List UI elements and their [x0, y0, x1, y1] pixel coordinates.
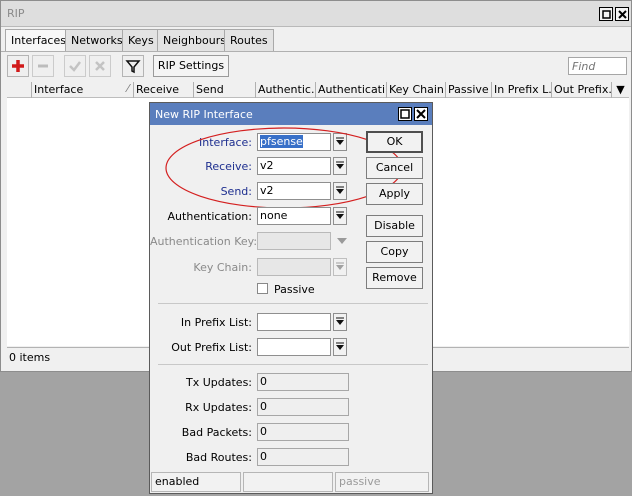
divider — [158, 364, 428, 365]
tab-neighbours[interactable]: Neighbours — [157, 29, 232, 51]
maximize-icon[interactable] — [398, 107, 412, 121]
tx-updates-label: Tx Updates: — [186, 376, 252, 389]
table-header: Interface ⁄ Receive Send Authentic... Au… — [7, 82, 629, 98]
tab-routes[interactable]: Routes — [224, 29, 274, 51]
disable-button[interactable]: Disable — [366, 215, 423, 237]
dialog-status-bar: enabled passive — [150, 472, 432, 493]
authentication-label: Authentication: — [167, 210, 252, 223]
minus-icon[interactable] — [32, 55, 54, 77]
column-header-out-prefix-list[interactable]: Out Prefix... — [551, 82, 611, 98]
bad-packets-label: Bad Packets: — [181, 426, 252, 439]
passive-checkbox[interactable] — [257, 283, 268, 294]
dialog-titlebar[interactable]: New RIP Interface — [150, 103, 432, 125]
column-header-interface[interactable]: Interface ⁄ — [31, 82, 133, 98]
authentication-dropdown-icon[interactable] — [333, 207, 347, 225]
copy-button[interactable]: Copy — [366, 241, 423, 263]
check-icon[interactable] — [64, 55, 86, 77]
authentication-key-label: Authentication Key: — [150, 235, 258, 248]
new-rip-interface-dialog: New RIP Interface Interface: pfsense Rec… — [149, 102, 433, 494]
rx-updates-label: Rx Updates: — [185, 401, 252, 414]
dialog-title: New RIP Interface — [155, 108, 253, 121]
status-passive: passive — [335, 472, 429, 492]
rip-settings-button[interactable]: RIP Settings — [153, 55, 229, 77]
in-prefix-list-label: In Prefix List: — [180, 316, 252, 329]
tab-keys[interactable]: Keys — [122, 29, 160, 51]
key-chain-field[interactable] — [257, 258, 331, 276]
toolbar: RIP Settings — [1, 51, 631, 81]
column-header-receive[interactable]: Receive — [133, 82, 193, 98]
apply-button[interactable]: Apply — [366, 183, 423, 205]
maximize-icon[interactable] — [599, 7, 613, 21]
find-input[interactable] — [568, 57, 627, 75]
close-icon[interactable] — [615, 7, 629, 21]
tab-networks[interactable]: Networks — [65, 29, 129, 51]
column-header-key-chain[interactable]: Key Chain — [386, 82, 445, 98]
tab-interfaces[interactable]: Interfaces — [5, 29, 72, 52]
bad-routes-label: Bad Routes: — [185, 451, 252, 464]
plus-icon[interactable] — [7, 55, 29, 77]
status-enabled: enabled — [151, 472, 241, 492]
in-prefix-list-dropdown-icon[interactable] — [333, 313, 347, 331]
key-chain-dropdown-icon — [333, 258, 347, 276]
window-title: RIP — [7, 7, 25, 20]
column-header-in-prefix-list[interactable]: In Prefix L... — [491, 82, 551, 98]
column-header-passive[interactable]: Passive — [445, 82, 491, 98]
out-prefix-list-label: Out Prefix List: — [171, 341, 252, 354]
sort-arrow-icon: ⁄ — [127, 82, 129, 95]
bad-packets-value: 0 — [257, 423, 349, 441]
tab-bar: Interfaces Networks Keys Neighbours Rout… — [1, 29, 631, 52]
ok-button[interactable]: OK — [366, 131, 423, 153]
tx-updates-value: 0 — [257, 373, 349, 391]
status-middle — [243, 472, 333, 492]
divider — [158, 303, 428, 304]
column-menu-icon[interactable]: ▼ — [611, 82, 629, 98]
item-count: 0 items — [9, 351, 51, 364]
authentication-field[interactable]: none — [257, 207, 331, 225]
window-titlebar[interactable]: RIP — [1, 1, 631, 27]
column-header-send[interactable]: Send — [193, 82, 255, 98]
out-prefix-list-dropdown-icon[interactable] — [333, 338, 347, 356]
authentication-key-field[interactable] — [257, 232, 331, 250]
in-prefix-list-field[interactable] — [257, 313, 331, 331]
bad-routes-value: 0 — [257, 448, 349, 466]
cancel-button[interactable]: Cancel — [366, 157, 423, 179]
column-label: Interface — [34, 83, 84, 96]
column-header-authentication-key[interactable]: Authenticati... — [315, 82, 386, 98]
x-icon[interactable] — [89, 55, 111, 77]
authentication-key-dropdown-icon — [336, 236, 348, 249]
passive-label: Passive — [274, 283, 315, 296]
rx-updates-value: 0 — [257, 398, 349, 416]
remove-button[interactable]: Remove — [366, 267, 423, 289]
column-header-flags[interactable] — [7, 82, 31, 98]
key-chain-label: Key Chain: — [193, 261, 252, 274]
funnel-icon[interactable] — [122, 55, 144, 77]
column-header-authentication[interactable]: Authentic... — [255, 82, 315, 98]
close-icon[interactable] — [414, 107, 428, 121]
out-prefix-list-field[interactable] — [257, 338, 331, 356]
